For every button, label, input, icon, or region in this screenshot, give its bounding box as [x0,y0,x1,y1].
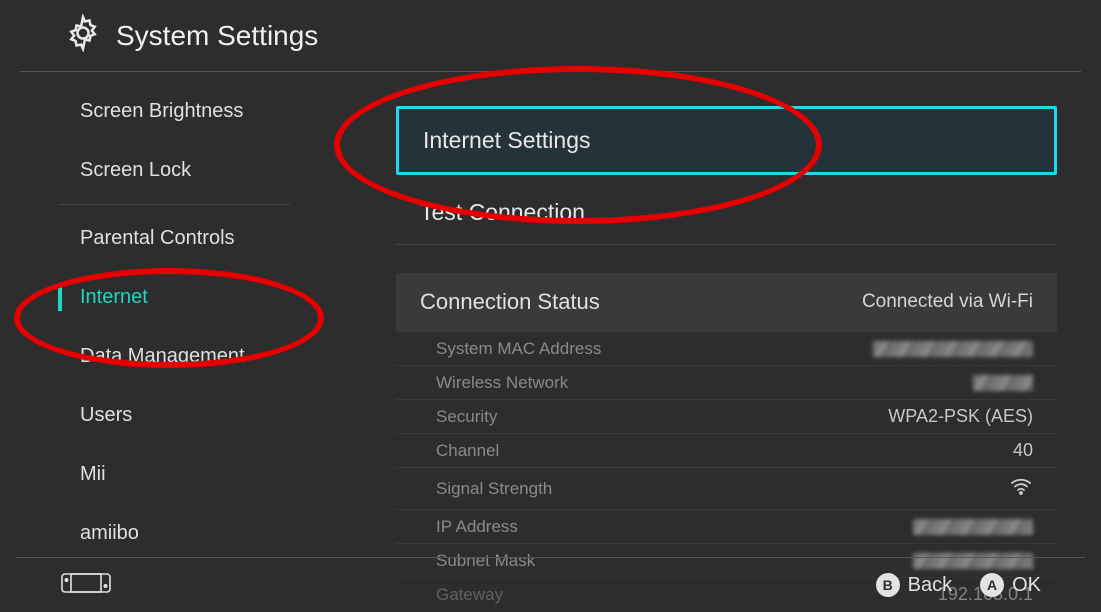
a-button-icon: A [980,573,1004,597]
back-label: Back [908,574,952,597]
footer-buttons: B Back A OK [876,573,1041,597]
sidebar-item-mii[interactable]: Mii [58,445,340,504]
detail-row-security: Security WPA2-PSK (AES) [396,399,1057,433]
back-button[interactable]: B Back [876,573,952,597]
detail-label: Signal Strength [436,479,552,499]
redacted-value [913,519,1033,535]
console-icon [60,571,112,600]
connection-status-label: Connection Status [420,289,600,315]
detail-row-wireless-network: Wireless Network [396,365,1057,399]
sidebar-item-users[interactable]: Users [58,386,340,445]
connection-status-header: Connection Status Connected via Wi-Fi [396,273,1057,331]
detail-label: System MAC Address [436,339,601,359]
ok-label: OK [1012,574,1041,597]
sidebar-item-internet[interactable]: Internet [58,268,340,327]
detail-label: IP Address [436,517,518,537]
menu-item-test-connection[interactable]: Test Connection [396,181,1057,245]
detail-row-signal-strength: Signal Strength [396,467,1057,509]
detail-row-channel: Channel 40 [396,433,1057,467]
footer: B Back A OK [16,557,1085,612]
main-area: Screen Brightness Screen Lock Parental C… [0,72,1101,552]
sidebar-item-data-management[interactable]: Data Management [58,327,340,386]
gear-icon [64,14,116,57]
b-button-icon: B [876,573,900,597]
detail-label: Channel [436,441,499,461]
sidebar-separator [58,204,290,205]
page-title: System Settings [116,20,318,52]
detail-row-ip-address: IP Address [396,509,1057,543]
wifi-icon [1009,474,1033,503]
content-panel: Internet Settings Test Connection Connec… [340,72,1101,552]
sidebar: Screen Brightness Screen Lock Parental C… [0,72,340,552]
sidebar-item-screen-lock[interactable]: Screen Lock [58,141,340,200]
sidebar-item-parental-controls[interactable]: Parental Controls [58,209,340,268]
redacted-value [873,341,1033,357]
header: System Settings [20,0,1081,72]
menu-item-internet-settings[interactable]: Internet Settings [396,106,1057,175]
detail-value: 40 [1013,440,1033,461]
detail-value: WPA2-PSK (AES) [888,406,1033,427]
sidebar-item-screen-brightness[interactable]: Screen Brightness [58,82,340,141]
connection-status-value: Connected via Wi-Fi [862,291,1033,313]
sidebar-item-amiibo[interactable]: amiibo [58,504,340,563]
detail-row-mac: System MAC Address [396,331,1057,365]
ok-button[interactable]: A OK [980,573,1041,597]
detail-label: Security [436,407,497,427]
redacted-value [973,375,1033,391]
detail-label: Wireless Network [436,373,568,393]
